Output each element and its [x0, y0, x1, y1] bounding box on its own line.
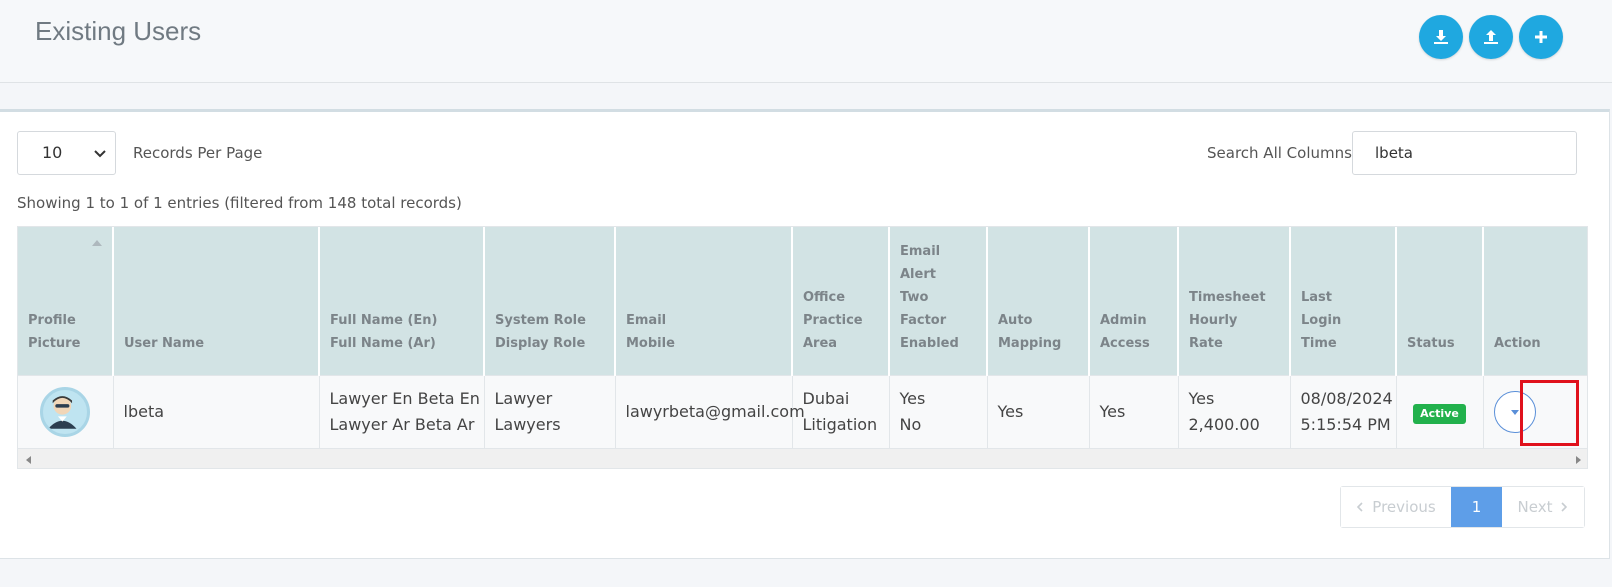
page-size-value: 10: [42, 143, 63, 162]
row-action-dropdown-button[interactable]: [1493, 391, 1536, 434]
cell-status: Active: [1396, 374, 1484, 449]
col-email-mobile[interactable]: Email Mobile: [615, 227, 793, 375]
caret-down-icon: [1510, 410, 1519, 416]
plus-icon: [1535, 31, 1547, 43]
search-label: Search All Columns: [1207, 144, 1352, 162]
cell-email-mobile: lawyrbeta@gmail.com: [615, 374, 805, 449]
download-button[interactable]: [1419, 15, 1463, 59]
sort-asc-icon: [92, 240, 102, 246]
users-table: Profile Picture User Name Full Name (En) F…: [18, 227, 1587, 449]
cell-user-name: lbeta: [113, 374, 320, 449]
cell-timesheet-rate: Yes 2,400.00: [1178, 374, 1291, 449]
cell-auto-mapping: Yes: [987, 374, 1090, 449]
search-input[interactable]: [1352, 131, 1577, 175]
pagination: Previous 1 Next: [1340, 486, 1585, 528]
col-admin-access[interactable]: Admin Access: [1089, 227, 1179, 375]
cell-email-alert-2fa: Yes No: [889, 374, 988, 449]
col-last-login[interactable]: Last Login Time: [1290, 227, 1397, 375]
col-full-name[interactable]: Full Name (En) Full Name (Ar): [319, 227, 485, 375]
user-avatar: [40, 387, 91, 438]
chevron-down-icon: [94, 150, 106, 158]
col-auto-mapping[interactable]: Auto Mapping: [987, 227, 1090, 375]
table-header-row: Profile Picture User Name Full Name (En) F…: [18, 227, 1587, 375]
users-panel: 10 Records Per Page Search All Columns S…: [0, 109, 1610, 559]
table-info: Showing 1 to 1 of 1 entries (filtered fr…: [17, 194, 462, 212]
cell-profile-picture: [18, 374, 114, 449]
status-badge: Active: [1413, 404, 1466, 425]
next-page-button[interactable]: Next: [1502, 487, 1584, 527]
page-1-button[interactable]: 1: [1451, 487, 1502, 527]
add-user-button[interactable]: [1519, 15, 1563, 59]
page-header: Existing Users: [0, 0, 1612, 83]
cell-admin-access: Yes: [1089, 374, 1179, 449]
page-title: Existing Users: [35, 16, 202, 46]
cell-office-practice: Dubai Litigation: [792, 374, 890, 449]
cell-action: [1483, 374, 1587, 449]
download-icon: [1434, 30, 1448, 44]
records-per-page-label: Records Per Page: [133, 144, 263, 162]
upload-icon: [1484, 30, 1498, 44]
cell-full-name: Lawyer En Beta En Lawyer Ar Beta Ar: [319, 374, 485, 449]
cell-role: Lawyer Lawyers: [484, 374, 616, 449]
horizontal-scrollbar[interactable]: [18, 448, 1587, 468]
previous-page-button[interactable]: Previous: [1341, 487, 1451, 527]
upload-button[interactable]: [1469, 15, 1513, 59]
chevron-left-icon: [1357, 502, 1363, 512]
col-status[interactable]: Status: [1396, 227, 1484, 375]
col-user-name[interactable]: User Name: [113, 227, 320, 375]
col-action: Action: [1483, 227, 1587, 375]
col-profile-picture[interactable]: Profile Picture: [18, 227, 114, 375]
col-timesheet-rate[interactable]: Timesheet Hourly Rate: [1178, 227, 1291, 375]
page-size-select[interactable]: 10: [17, 131, 116, 175]
col-office-practice[interactable]: Office Practice Area: [792, 227, 890, 375]
users-table-container: Profile Picture User Name Full Name (En) F…: [17, 226, 1588, 469]
table-row: lbeta Lawyer En Beta En Lawyer Ar Beta A…: [18, 374, 1587, 449]
scroll-right-icon[interactable]: [1576, 456, 1581, 464]
cell-last-login: 08/08/2024 5:15:54 PM: [1290, 374, 1397, 449]
scroll-left-icon[interactable]: [26, 456, 31, 464]
col-email-alert-2fa[interactable]: Email Alert Two Factor Enabled: [889, 227, 988, 375]
col-role[interactable]: System Role Display Role: [484, 227, 616, 375]
chevron-right-icon: [1561, 502, 1568, 512]
